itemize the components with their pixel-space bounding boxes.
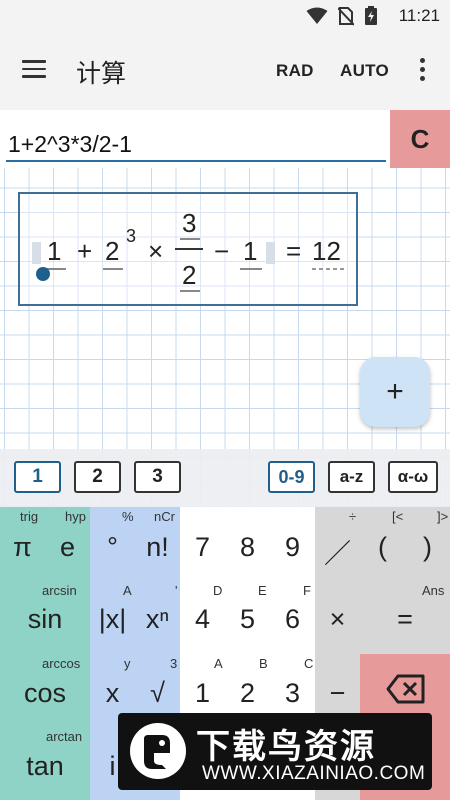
clear-button[interactable]: C [390, 110, 450, 168]
tan-key[interactable]: arctan tan [0, 727, 90, 800]
equals-key[interactable]: Ans = [360, 580, 450, 654]
tab-greek[interactable]: α-ω [388, 461, 438, 493]
digit-7-key[interactable]: 7 [180, 507, 225, 580]
status-bar: 11:21 [0, 0, 450, 32]
digit-8-key[interactable]: 8 [225, 507, 270, 580]
wifi-icon [306, 7, 328, 24]
status-icons [306, 6, 378, 26]
watermark-url: WWW.XIAZAINIAO.COM [202, 763, 426, 784]
pi-key[interactable]: trig π [0, 507, 45, 580]
rad-button[interactable]: RAD [276, 61, 314, 81]
menu-icon[interactable] [22, 60, 46, 78]
factorial-key[interactable]: nCr n! [135, 507, 180, 580]
result-underline [312, 268, 344, 270]
placeholder-box [32, 242, 41, 264]
formula-denominator: 2 [182, 260, 197, 290]
formula-plus: + [77, 236, 93, 266]
app-title: 计算 [76, 60, 127, 88]
status-time: 11:21 [398, 6, 440, 25]
formula-term-1: 1 [47, 236, 62, 266]
right-paren-key[interactable]: ]> ) [405, 507, 450, 580]
multiply-key[interactable]: F × [303, 580, 360, 654]
abs-key[interactable]: A |x| [90, 580, 135, 654]
term-underline [103, 268, 123, 270]
term-underline [180, 238, 200, 240]
tab-letters[interactable]: a-z [328, 461, 375, 493]
left-paren-key[interactable]: [< ( [360, 507, 405, 580]
auto-button[interactable]: AUTO [340, 61, 389, 81]
term-underline [240, 268, 262, 270]
watermark-logo-icon [130, 723, 186, 779]
app-bar: 计算 RAD AUTO [0, 32, 450, 110]
formula-exponent: 3 [126, 226, 137, 246]
formula-numerator: 3 [182, 208, 197, 238]
no-sim-icon [338, 7, 354, 26]
digit-9-key[interactable]: 9 [270, 507, 315, 580]
cos-key[interactable]: arccos cos [0, 654, 90, 727]
input-row [0, 110, 450, 168]
tab-digits[interactable]: 0-9 [268, 461, 315, 493]
formula-base: 2 [105, 236, 120, 266]
placeholder-box [266, 242, 275, 264]
power-key[interactable]: ' xⁿ [135, 580, 180, 654]
add-button[interactable]: + [360, 357, 430, 427]
tab-3[interactable]: 3 [134, 461, 181, 493]
watermark-title: 下载鸟资源 [196, 728, 376, 766]
degree-key[interactable]: % ° [90, 507, 135, 580]
formula-times: × [148, 236, 164, 266]
formula-equals: = [286, 236, 302, 266]
divide-key[interactable]: ÷ ／ [315, 507, 360, 580]
expression-input[interactable] [6, 128, 386, 162]
watermark-banner: 下载鸟资源 WWW.XIAZAINIAO.COM [118, 713, 432, 790]
term-underline [180, 290, 200, 292]
backspace-icon [386, 674, 425, 704]
more-options-icon[interactable] [420, 58, 426, 85]
battery-charging-icon [365, 6, 377, 25]
sin-key[interactable]: arcsin sin [0, 580, 90, 654]
formula-display[interactable]: 1 + 2 3 × 3 2 − 1 = 12 [18, 192, 358, 306]
keyboard-tabs: 1 2 3 0-9 a-z α-ω [0, 449, 450, 507]
fraction-bar [175, 248, 203, 250]
tab-1[interactable]: 1 [14, 461, 61, 493]
e-key[interactable]: hyp e [45, 507, 90, 580]
formula-term-5: 1 [243, 236, 258, 266]
cursor-handle-icon[interactable] [36, 267, 50, 281]
tab-2[interactable]: 2 [74, 461, 121, 493]
formula-result: 12 [312, 236, 341, 266]
formula-minus: − [214, 236, 230, 266]
